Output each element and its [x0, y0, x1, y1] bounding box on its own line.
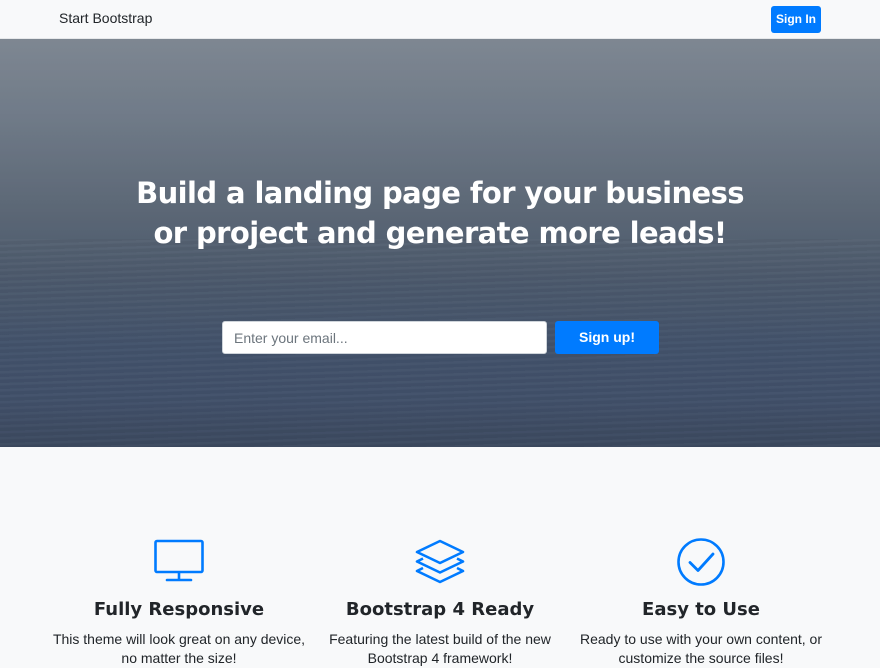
sign-up-button[interactable]: Sign up!: [555, 321, 659, 354]
masthead-headline: Build a landing page for your business o…: [100, 173, 780, 253]
headline-line-1: Build a landing page for your business: [136, 176, 744, 210]
feature-description: Featuring the latest build of the new Bo…: [329, 631, 551, 666]
masthead: Build a landing page for your business o…: [0, 39, 880, 447]
navbar: Start Bootstrap Sign In: [0, 0, 880, 39]
feature-description: Ready to use with your own content, or c…: [579, 631, 823, 666]
features-section: Fully Responsive This theme will look gr…: [0, 447, 880, 666]
monitor-icon: [154, 539, 204, 582]
email-input[interactable]: [222, 321, 547, 354]
feature-description: This theme will look great on any device…: [52, 631, 306, 666]
feature-title: Easy to Use: [642, 599, 760, 620]
feature-title: Bootstrap 4 Ready: [345, 599, 535, 620]
layers-icon: [415, 539, 465, 584]
brand-link[interactable]: Start Bootstrap: [59, 10, 152, 26]
feature-title: Fully Responsive: [93, 599, 265, 620]
headline-line-2: or project and generate more leads!: [153, 216, 727, 250]
sign-in-button[interactable]: Sign In: [771, 6, 821, 33]
check-circle-icon: [677, 538, 725, 586]
